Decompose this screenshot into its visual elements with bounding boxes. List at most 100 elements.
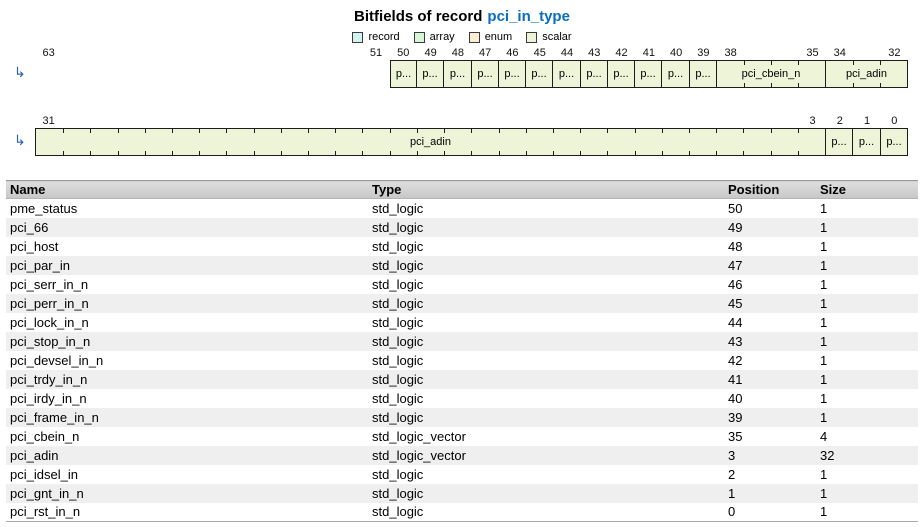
bit-tick (362, 129, 364, 133)
cell-name: pci_serr_in_n (10, 276, 89, 292)
cell-position: 44 (728, 314, 743, 330)
bitfield-cell: pci_cbein_n (716, 60, 826, 88)
bit-tick (117, 151, 119, 155)
cell-name: pci_rst_in_n (6, 502, 368, 522)
bitfield-cell-label: p... (831, 136, 847, 148)
cell-type: std_logic (372, 200, 424, 216)
cell-type: std_logic (368, 369, 724, 389)
column-header-size: Size (816, 180, 918, 199)
bitfield-cell-label: p... (886, 136, 902, 148)
cell-name: pci_host (10, 238, 59, 254)
bit-number: 38 (724, 47, 737, 59)
table-row: pci_stop_in_n std_logic 43 1 (6, 331, 918, 351)
cell-type: std_logic (368, 293, 724, 313)
bitfield-cell: p... (498, 60, 526, 88)
table-row: pci_frame_in_n std_logic 39 1 (6, 407, 918, 427)
bit-tick (634, 151, 636, 155)
bit-tick (661, 129, 663, 133)
bit-tick (63, 129, 65, 133)
cell-size: 1 (816, 502, 918, 522)
bit-tick (308, 129, 310, 133)
bitfield-cell: p... (607, 60, 635, 88)
row-continuation-icon: ↳ (14, 132, 26, 148)
table-row: pci_devsel_in_n std_logic 42 1 (6, 351, 918, 370)
legend-item-record: record (352, 31, 400, 43)
legend-item-array: array (413, 31, 455, 44)
cell-position: 48 (728, 238, 743, 254)
column-header-position: Position (724, 180, 816, 199)
bit-tick (90, 129, 92, 133)
cell-name: pci_stop_in_n (6, 331, 368, 351)
cell-name: pci_adin (6, 445, 368, 465)
cell-name: pme_status (10, 200, 78, 216)
record-type-link[interactable]: pci_in_type (487, 8, 570, 25)
bit-tick (798, 83, 799, 87)
bitfield-cell-label: p... (422, 68, 438, 80)
cell-position: 45 (724, 293, 816, 313)
cell-size: 1 (820, 276, 828, 292)
bit-tick (744, 83, 745, 87)
cell-size: 1 (820, 390, 828, 406)
table-row: pci_perr_in_n std_logic 45 1 (6, 293, 918, 313)
cell-name: pci_perr_in_n (6, 293, 368, 313)
type-legend: record array enum scalar (0, 31, 924, 46)
cell-type: std_logic (368, 331, 724, 351)
bit-tick (552, 151, 554, 155)
table-row: pci_adin std_logic_vector 3 32 (6, 445, 918, 465)
legend-item-enum: enum (468, 31, 513, 44)
cell-name: pci_lock_in_n (10, 314, 89, 330)
bit-tick (172, 151, 174, 155)
bit-tick (335, 151, 337, 155)
table-header-row: Name Type Position Size (6, 180, 918, 199)
table-row: pci_serr_in_n std_logic 46 1 (6, 275, 918, 294)
bit-tick (853, 61, 854, 65)
table-row: pci_idsel_in std_logic 2 1 (6, 465, 918, 484)
page-title: Bitfields of record pci_in_type (0, 0, 924, 26)
bit-number: 0 (891, 115, 898, 127)
cell-position: 46 (728, 276, 743, 292)
bit-tick (362, 151, 364, 155)
bitfield-cell: p... (390, 60, 417, 88)
cell-type: std_logic (372, 314, 424, 330)
bit-tick (335, 129, 337, 133)
bit-tick (525, 151, 527, 155)
table-row: pci_gnt_in_n std_logic 1 1 (6, 483, 918, 503)
bit-tick (199, 129, 201, 133)
cell-position: 50 (728, 200, 743, 216)
bit-tick (253, 151, 255, 155)
bit-tick (607, 129, 609, 133)
cell-position: 43 (724, 331, 816, 351)
bit-tick (770, 151, 772, 155)
bit-tick (580, 151, 582, 155)
bitfield-cell: p... (661, 60, 690, 88)
bit-tick (688, 129, 690, 133)
table-row: pci_host std_logic 48 1 (6, 237, 918, 256)
cell-position: 40 (728, 390, 743, 406)
legend-label: array (429, 31, 455, 44)
cell-type: std_logic (372, 238, 424, 254)
cell-size: 4 (820, 428, 828, 444)
cell-type: std_logic (368, 255, 724, 275)
cell-position: 49 (724, 217, 816, 237)
table-row: pme_status std_logic 50 1 (6, 199, 918, 218)
bitfield-cell-label: p... (558, 68, 575, 80)
cell-position: 39 (724, 407, 816, 427)
bitfield-cell-label: p... (613, 68, 629, 80)
bitfield-cell: p... (580, 60, 608, 88)
title-prefix: Bitfields of record (354, 8, 483, 25)
bit-tick (416, 151, 418, 155)
fields-table: Name Type Position Size pme_status std_logic… (6, 180, 918, 522)
legend-label: enum (484, 31, 513, 44)
bit-tick (743, 151, 745, 155)
bit-number: 32 (888, 47, 901, 59)
bit-tick (416, 129, 418, 133)
cell-size: 32 (816, 445, 918, 465)
bitfield-cell: p... (552, 60, 581, 88)
cell-position: 2 (728, 466, 736, 482)
cell-size: 1 (816, 407, 918, 427)
cell-position: 0 (724, 502, 816, 522)
cell-position: 47 (724, 255, 816, 275)
bitfield-cell: p... (443, 60, 472, 88)
bit-number: 34 (833, 47, 846, 59)
cell-type: std_logic (368, 502, 724, 522)
